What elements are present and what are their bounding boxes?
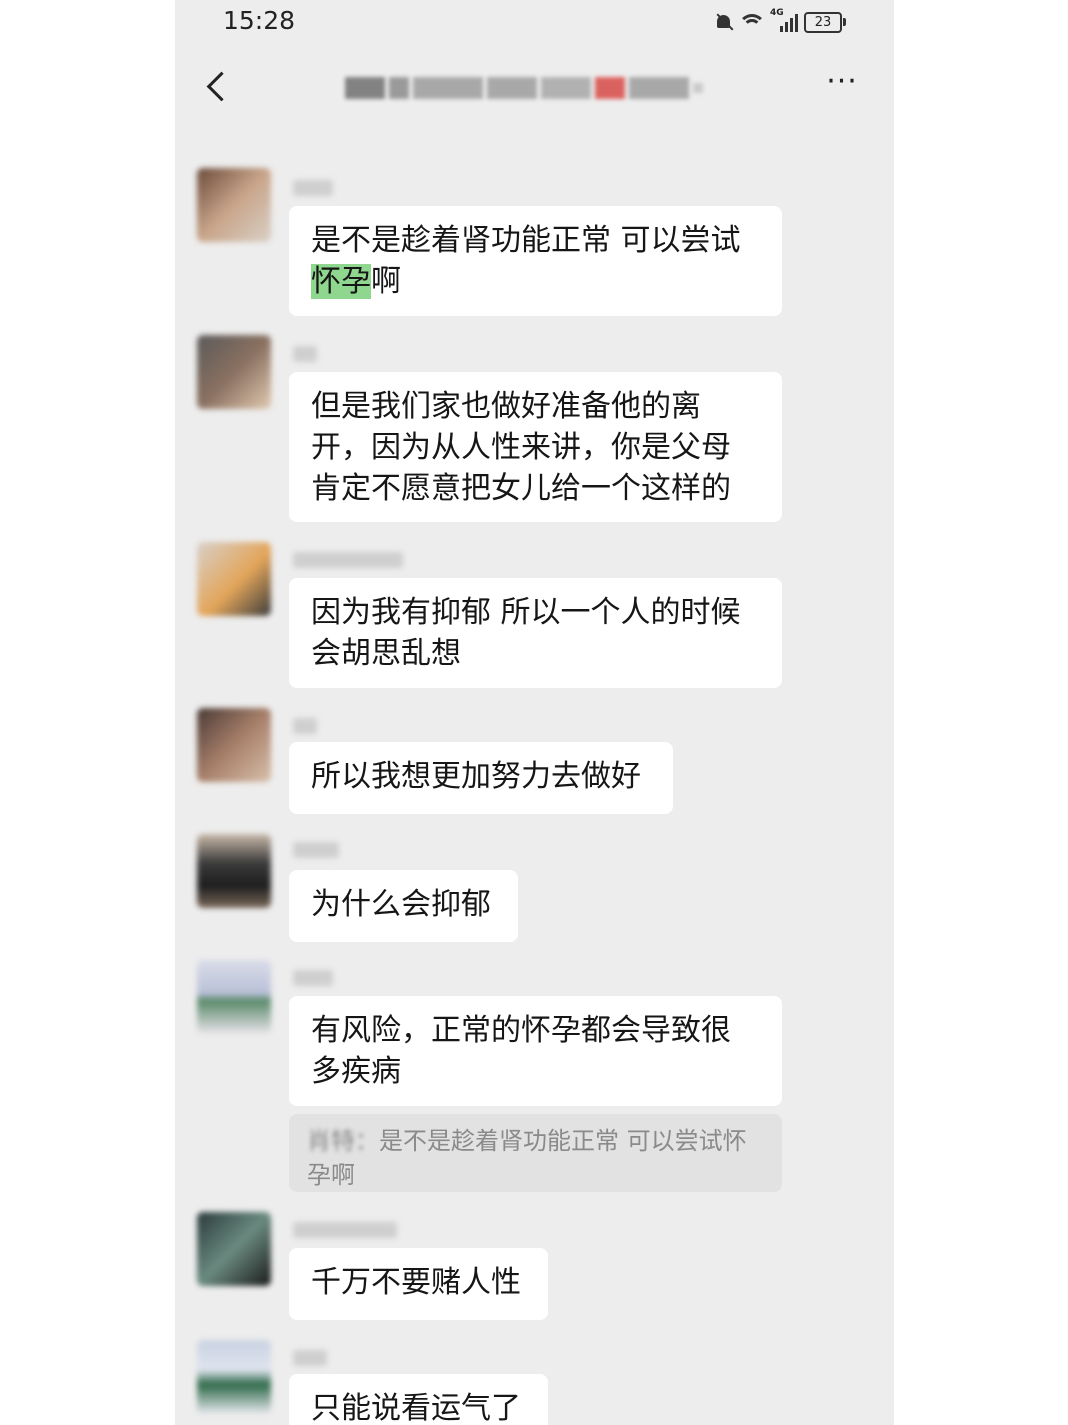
- message-bubble[interactable]: 因为我有抑郁 所以一个人的时候会胡思乱想: [289, 578, 782, 688]
- message-text: 有风险，正常的怀孕都会导致很多疾病: [311, 1013, 731, 1089]
- avatar[interactable]: [197, 960, 271, 1034]
- more-dots-icon[interactable]: ···: [824, 67, 860, 102]
- avatar[interactable]: [197, 708, 271, 782]
- status-time: 15:28: [223, 6, 296, 35]
- message-text: 所以我想更加努力去做好: [311, 759, 641, 794]
- message-text: 千万不要赌人性: [311, 1265, 521, 1300]
- battery-icon: 23: [804, 11, 846, 33]
- avatar[interactable]: [197, 335, 271, 409]
- message-text: 但是我们家也做好准备他的离开，因为从人性来讲，你是父母肯定不愿意把女儿给一个这样…: [311, 389, 731, 506]
- quoted-reply[interactable]: 肖特：是不是趁着肾功能正常 可以尝试怀孕啊: [289, 1114, 782, 1192]
- sender-name-blurred: [293, 552, 403, 568]
- sender-name-blurred: [293, 718, 317, 734]
- highlight-keyword: 怀孕: [311, 264, 371, 299]
- avatar[interactable]: [197, 834, 271, 908]
- back-chevron-icon[interactable]: [201, 68, 231, 108]
- chat-title-blurred: [345, 70, 703, 106]
- quote-sender-blurred: 肖特：: [307, 1127, 379, 1155]
- message-bubble[interactable]: 所以我想更加努力去做好: [289, 742, 673, 814]
- message-text: 啊: [371, 264, 401, 299]
- signal-icon: 4G: [770, 8, 798, 32]
- network-type-label: 4G: [770, 8, 784, 18]
- message-bubble[interactable]: 为什么会抑郁: [289, 870, 518, 942]
- message-text: 为什么会抑郁: [311, 887, 491, 922]
- message-text: 只能说看运气了: [311, 1391, 521, 1425]
- mute-icon: [714, 13, 734, 31]
- message-text: 是不是趁着肾功能正常 可以尝试: [311, 223, 741, 258]
- sender-name-blurred: [293, 1222, 397, 1238]
- sender-name-blurred: [293, 180, 333, 196]
- avatar[interactable]: [197, 542, 271, 616]
- wifi-icon: [740, 12, 764, 32]
- message-bubble[interactable]: 是不是趁着肾功能正常 可以尝试怀孕啊: [289, 206, 782, 316]
- chat-screen: 15:28 4G 23 ··· 是不是趁着肾功能正常 可以尝试怀孕啊 但是我们家…: [175, 0, 894, 1425]
- message-bubble[interactable]: 只能说看运气了: [289, 1374, 548, 1425]
- sender-name-blurred: [293, 970, 333, 986]
- avatar[interactable]: [197, 1212, 271, 1286]
- sender-name-blurred: [293, 842, 339, 858]
- message-bubble[interactable]: 有风险，正常的怀孕都会导致很多疾病: [289, 996, 782, 1106]
- message-text: 因为我有抑郁 所以一个人的时候会胡思乱想: [311, 595, 741, 671]
- status-icons: 4G 23: [714, 8, 846, 34]
- sender-name-blurred: [293, 346, 317, 362]
- sender-name-blurred: [293, 1350, 327, 1366]
- message-bubble[interactable]: 但是我们家也做好准备他的离开，因为从人性来讲，你是父母肯定不愿意把女儿给一个这样…: [289, 372, 782, 522]
- avatar[interactable]: [197, 1340, 271, 1414]
- message-bubble[interactable]: 千万不要赌人性: [289, 1248, 548, 1320]
- battery-level: 23: [804, 11, 842, 33]
- avatar[interactable]: [197, 168, 271, 242]
